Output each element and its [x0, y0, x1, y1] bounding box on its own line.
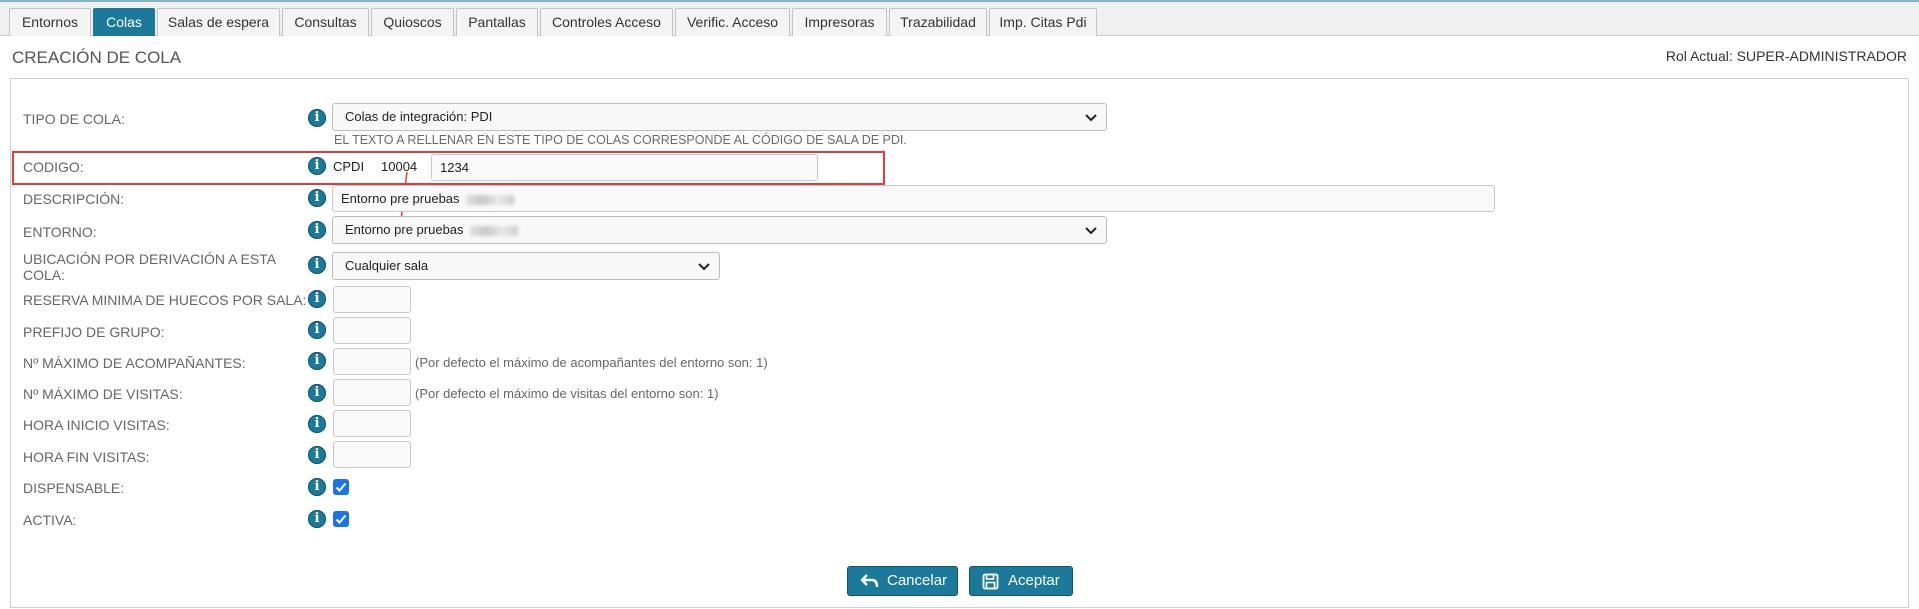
descripcion-label: DESCRIPCIÓN:: [23, 191, 125, 207]
info-icon[interactable]: i: [308, 290, 326, 308]
acompanantes-input[interactable]: [333, 348, 411, 375]
ubicacion-select[interactable]: Cualquier sala: [332, 252, 720, 280]
entorno-label: ENTORNO:: [23, 224, 97, 240]
ubicacion-label-line1: UBICACIÓN POR DERIVACIÓN A ESTA: [23, 251, 277, 267]
acompanantes-note: (Por defecto el máximo de acompañantes d…: [415, 355, 768, 370]
codigo-input[interactable]: 1234: [431, 154, 818, 181]
tab-controles-acceso[interactable]: Controles Acceso: [540, 8, 673, 36]
tab-salas-de-espera[interactable]: Salas de espera: [157, 8, 280, 36]
hora-inicio-input[interactable]: [333, 410, 411, 437]
descripcion-value: Entorno pre pruebas: [341, 191, 460, 206]
prefijo-label: PREFIJO DE GRUPO:: [23, 324, 165, 340]
codigo-label: CODIGO:: [23, 159, 84, 175]
tipo-cola-select[interactable]: Colas de integración: PDI: [332, 103, 1107, 131]
info-icon[interactable]: i: [308, 221, 326, 239]
tab-consultas[interactable]: Consultas: [282, 8, 369, 36]
dispensable-checkbox[interactable]: [333, 479, 349, 495]
tab-bar: Entornos Colas Salas de espera Consultas…: [0, 2, 1919, 36]
chevron-down-icon: [1085, 227, 1097, 235]
info-icon[interactable]: i: [308, 157, 326, 175]
tab-pantallas[interactable]: Pantallas: [456, 8, 538, 36]
info-icon[interactable]: i: [308, 510, 326, 528]
cancel-button[interactable]: Cancelar: [847, 566, 958, 596]
activa-label: ACTIVA:: [23, 512, 77, 528]
ubicacion-label-line2: COLA:: [23, 267, 66, 283]
ubicacion-value: Cualquier sala: [345, 258, 429, 273]
info-icon[interactable]: i: [308, 189, 326, 207]
codigo-prefix: CPDI: [333, 159, 365, 174]
info-icon[interactable]: i: [308, 109, 326, 127]
save-icon: [982, 573, 999, 590]
info-icon[interactable]: i: [308, 415, 326, 433]
info-icon[interactable]: i: [308, 256, 326, 274]
descripcion-input[interactable]: Entorno pre pruebas: [332, 185, 1495, 212]
accept-button[interactable]: Aceptar: [969, 566, 1073, 596]
reserva-label: RESERVA MINIMA DE HUECOS POR SALA:: [23, 292, 307, 308]
info-icon[interactable]: i: [308, 446, 326, 464]
page-title: CREACIÓN DE COLA: [12, 48, 182, 67]
cancel-button-label: Cancelar: [887, 572, 948, 589]
tipo-cola-label: TIPO DE COLA:: [23, 111, 125, 127]
info-icon[interactable]: i: [308, 321, 326, 339]
info-icon[interactable]: i: [308, 478, 326, 496]
info-icon[interactable]: i: [308, 384, 326, 402]
visitas-input[interactable]: [333, 379, 411, 406]
acompanantes-label: Nº MÁXIMO DE ACOMPAÑANTES:: [23, 355, 246, 371]
tab-colas[interactable]: Colas: [93, 8, 155, 36]
prefijo-input[interactable]: [333, 317, 411, 344]
accept-button-label: Aceptar: [1008, 572, 1060, 589]
tab-impresoras[interactable]: Impresoras: [792, 8, 887, 36]
redacted-text: [465, 194, 514, 205]
check-icon: [335, 514, 347, 524]
entorno-value: Entorno pre pruebas: [345, 222, 464, 237]
tipo-cola-value: Colas de integración: PDI: [345, 109, 493, 124]
tab-trazabilidad[interactable]: Trazabilidad: [889, 8, 987, 36]
hora-fin-label: HORA FIN VISITAS:: [23, 449, 150, 465]
tab-entornos[interactable]: Entornos: [9, 8, 91, 36]
visitas-note: (Por defecto el máximo de visitas del en…: [415, 386, 719, 401]
hora-fin-input[interactable]: [333, 441, 411, 468]
reserva-input[interactable]: [333, 286, 411, 313]
current-role: Rol Actual: SUPER-ADMINISTRADOR: [1665, 48, 1907, 64]
dispensable-label: DISPENSABLE:: [23, 480, 125, 496]
chevron-down-icon: [698, 263, 710, 271]
tab-verific-acceso[interactable]: Verific. Acceso: [675, 8, 790, 36]
visitas-label: Nº MÁXIMO DE VISITAS:: [23, 386, 183, 402]
tab-imp-citas-pdi[interactable]: Imp. Citas Pdi: [989, 8, 1097, 36]
chevron-down-icon: [1085, 114, 1097, 122]
tab-quioscos[interactable]: Quioscos: [371, 8, 454, 36]
entorno-select[interactable]: Entorno pre pruebas: [332, 216, 1107, 244]
hora-inicio-label: HORA INICIO VISITAS:: [23, 417, 170, 433]
tipo-cola-note: EL TEXTO A RELLENAR EN ESTE TIPO DE COLA…: [334, 133, 907, 147]
info-icon[interactable]: i: [308, 352, 326, 370]
check-icon: [335, 482, 347, 492]
activa-checkbox[interactable]: [333, 511, 349, 527]
redacted-text: [469, 225, 518, 236]
undo-arrow-icon: [860, 574, 879, 588]
